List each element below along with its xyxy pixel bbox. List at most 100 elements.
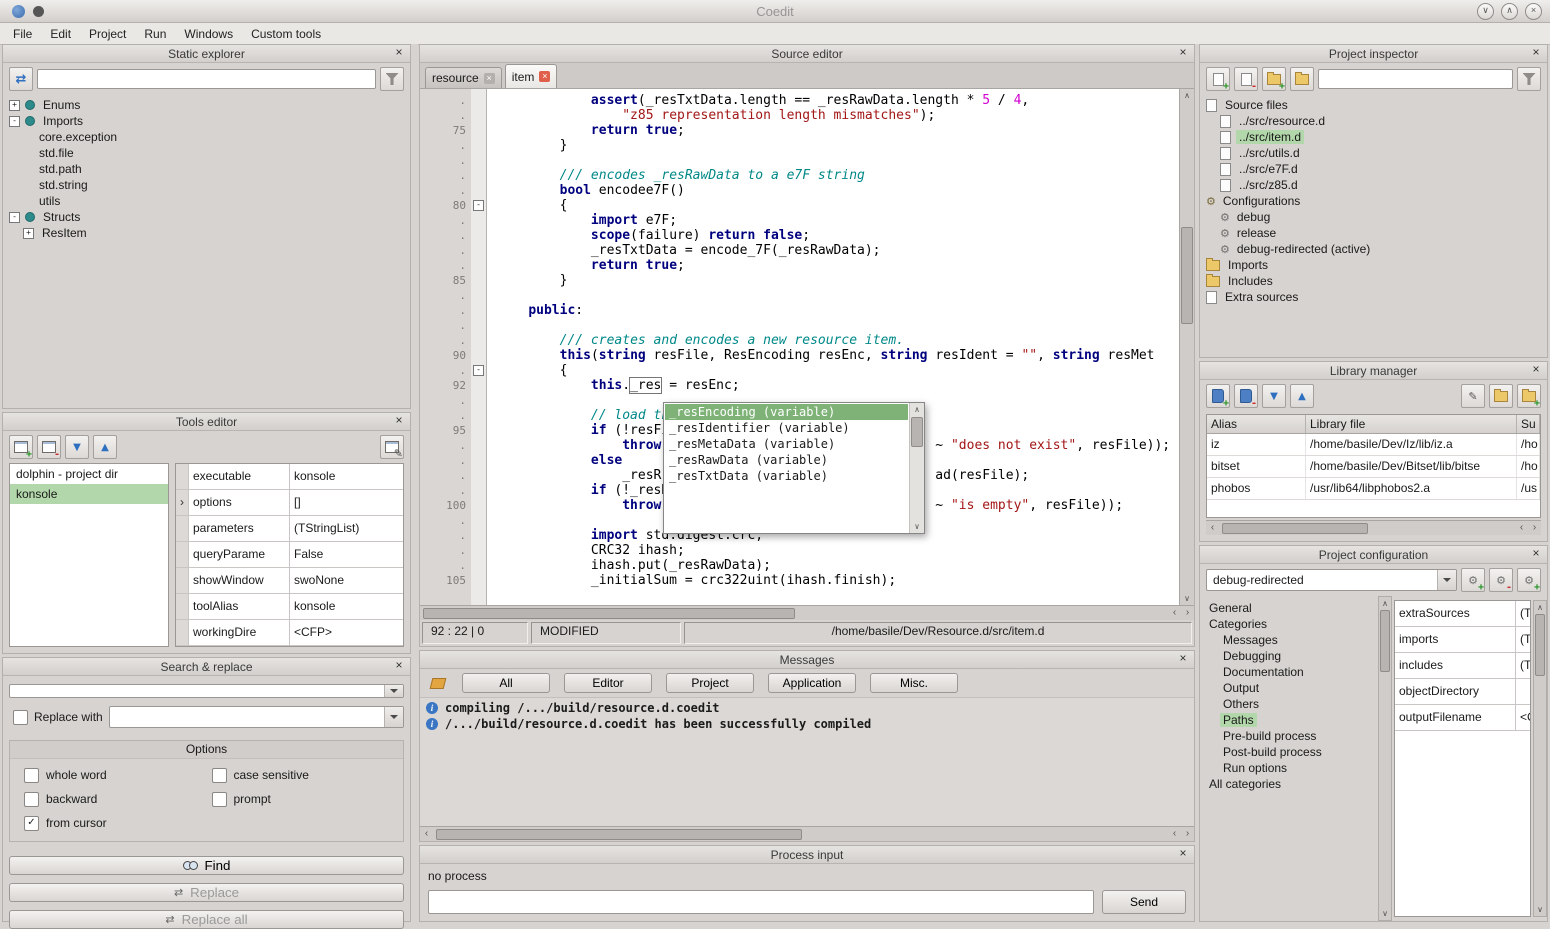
code-line[interactable]: this._res = resEnc; bbox=[497, 378, 1179, 393]
tree-item-includes[interactable]: Includes bbox=[1200, 273, 1547, 289]
column-header-su[interactable]: Su bbox=[1517, 415, 1540, 433]
code-line[interactable]: } bbox=[497, 138, 1179, 153]
code-line[interactable]: assert(_resTxtData.length == _resRawData… bbox=[497, 93, 1179, 108]
tree-item-debug-redirected-active[interactable]: debug-redirected (active) bbox=[1200, 241, 1547, 257]
property-value[interactable]: (T bbox=[1516, 653, 1530, 678]
scroll-right-icon[interactable]: › bbox=[1181, 828, 1194, 840]
replace-term-combo[interactable] bbox=[109, 706, 404, 728]
filter-button[interactable] bbox=[1517, 67, 1541, 91]
tab-close-icon[interactable]: × bbox=[539, 71, 550, 82]
scrollbar-thumb[interactable] bbox=[911, 417, 923, 447]
add-library-folder-button[interactable]: + bbox=[1517, 384, 1541, 408]
fold-collapse-icon[interactable]: - bbox=[473, 365, 484, 376]
property-row[interactable]: imports(T bbox=[1395, 627, 1530, 653]
tree-item-enums[interactable]: +Enums bbox=[3, 97, 410, 113]
column-header-alias[interactable]: Alias bbox=[1207, 415, 1306, 433]
tree-item-paths[interactable]: Paths bbox=[1200, 712, 1378, 728]
tree-item-debug[interactable]: debug bbox=[1200, 209, 1547, 225]
property-row[interactable]: outputFilename<C bbox=[1395, 705, 1530, 731]
tree-item-pre-build-process[interactable]: Pre-build process bbox=[1200, 728, 1378, 744]
property-row[interactable]: ›options[] bbox=[176, 490, 403, 516]
tree-item-src-z85-d[interactable]: ../src/z85.d bbox=[1200, 177, 1547, 193]
library-row[interactable]: bitset/home/basile/Dev/Bitset/lib/bitse/… bbox=[1207, 456, 1540, 478]
expander-icon[interactable]: + bbox=[23, 228, 34, 239]
code-line[interactable]: ihash.put(_resRawData); bbox=[497, 558, 1179, 573]
scrollbar-thumb[interactable] bbox=[1380, 610, 1390, 672]
code-line[interactable]: } bbox=[497, 273, 1179, 288]
filter-editor-button[interactable]: Editor bbox=[564, 673, 652, 693]
scroll-up-icon[interactable]: ∧ bbox=[1537, 601, 1543, 614]
popup-scrollbar[interactable]: ∧ ∨ bbox=[909, 403, 924, 533]
tree-item-post-build-process[interactable]: Post-build process bbox=[1200, 744, 1378, 760]
tab-item[interactable]: item× bbox=[505, 64, 558, 88]
tree-item-debugging[interactable]: Debugging bbox=[1200, 648, 1378, 664]
code-line[interactable]: return true; bbox=[497, 123, 1179, 138]
code-line[interactable]: /// encodes _resRawData to a e7F string bbox=[497, 168, 1179, 183]
tree-item-output[interactable]: Output bbox=[1200, 680, 1378, 696]
app-paw-icon[interactable] bbox=[12, 5, 25, 18]
move-tool-down-button[interactable] bbox=[65, 435, 89, 459]
scroll-right-icon[interactable]: › bbox=[1528, 522, 1541, 534]
replace-with-checkbox[interactable] bbox=[13, 710, 28, 725]
tag-icon[interactable] bbox=[430, 678, 447, 689]
scroll-down-icon[interactable]: ∨ bbox=[1537, 903, 1543, 916]
code-line[interactable]: { bbox=[497, 198, 1179, 213]
clone-configuration-button[interactable]: + bbox=[1517, 568, 1541, 592]
remove-tool-button[interactable]: - bbox=[37, 435, 61, 459]
property-value[interactable]: [] bbox=[290, 490, 403, 515]
checkbox-box[interactable]: ✓ bbox=[24, 816, 39, 831]
property-value[interactable]: konsole bbox=[290, 464, 403, 489]
tree-item-std-string[interactable]: std.string bbox=[3, 177, 410, 193]
scroll-left-icon[interactable]: ‹ bbox=[1515, 522, 1528, 534]
property-row[interactable]: showWindowswoNone bbox=[176, 568, 403, 594]
panel-close-icon[interactable]: × bbox=[1529, 45, 1543, 61]
filter-misc-button[interactable]: Misc. bbox=[870, 673, 958, 693]
code-line[interactable]: CRC32 ihash; bbox=[497, 543, 1179, 558]
tree-item-src-e7f-d[interactable]: ../src/e7F.d bbox=[1200, 161, 1547, 177]
scroll-left-icon[interactable]: ‹ bbox=[1168, 828, 1181, 840]
property-row[interactable]: toolAliaskonsole bbox=[176, 594, 403, 620]
fold-collapse-icon[interactable]: - bbox=[473, 200, 484, 211]
scrollbar-thumb[interactable] bbox=[423, 608, 795, 619]
tree-item-imports[interactable]: -Imports bbox=[3, 113, 410, 129]
tree-item-all-categories[interactable]: All categories bbox=[1200, 776, 1378, 792]
completion-item[interactable]: _resTxtData (variable) bbox=[665, 468, 908, 484]
menu-custom-tools[interactable]: Custom tools bbox=[242, 25, 330, 43]
column-header-library-file[interactable]: Library file bbox=[1306, 415, 1517, 433]
open-folder-button[interactable] bbox=[1290, 67, 1314, 91]
open-library-file-button[interactable] bbox=[1489, 384, 1513, 408]
property-grid-scrollbar[interactable]: ∧ ∨ bbox=[1533, 600, 1547, 917]
tree-item-resitem[interactable]: +ResItem bbox=[3, 225, 410, 241]
tree-item-std-path[interactable]: std.path bbox=[3, 161, 410, 177]
panel-close-icon[interactable]: × bbox=[1176, 651, 1190, 667]
tree-item-source-files[interactable]: Source files bbox=[1200, 97, 1547, 113]
property-row[interactable]: queryParameFalse bbox=[176, 542, 403, 568]
code-line[interactable] bbox=[497, 318, 1179, 333]
filter-project-button[interactable]: Project bbox=[666, 673, 754, 693]
checkbox-backward[interactable]: backward bbox=[24, 787, 212, 811]
panel-close-icon[interactable]: × bbox=[1529, 362, 1543, 378]
remove-library-button[interactable]: - bbox=[1234, 384, 1258, 408]
tab-resource[interactable]: resource× bbox=[425, 67, 502, 88]
add-configuration-button[interactable]: + bbox=[1461, 568, 1485, 592]
panel-close-icon[interactable]: × bbox=[392, 413, 406, 429]
checkbox-box[interactable] bbox=[24, 792, 39, 807]
scrollbar-thumb[interactable] bbox=[1222, 523, 1368, 534]
scroll-left-icon[interactable]: ‹ bbox=[1206, 522, 1219, 534]
panel-close-icon[interactable]: × bbox=[1176, 45, 1190, 61]
code-line[interactable]: /// creates and encodes a new resource i… bbox=[497, 333, 1179, 348]
window-menu-icon[interactable] bbox=[33, 6, 44, 17]
property-row[interactable]: includes(T bbox=[1395, 653, 1530, 679]
expander-icon[interactable]: - bbox=[9, 212, 20, 223]
scrollbar-thumb[interactable] bbox=[1535, 614, 1545, 676]
editor-horizontal-scrollbar[interactable]: ‹ › bbox=[420, 605, 1194, 620]
replace-button[interactable]: Replace bbox=[9, 883, 404, 902]
tree-item-general[interactable]: General bbox=[1200, 600, 1378, 616]
property-row[interactable]: extraSources(T bbox=[1395, 601, 1530, 627]
code-editor[interactable]: ..75....80....85....90.92..95....100....… bbox=[420, 89, 1194, 605]
panel-close-icon[interactable]: × bbox=[1176, 846, 1190, 862]
checkbox-whole-word[interactable]: whole word bbox=[24, 763, 212, 787]
add-source-button[interactable]: + bbox=[1206, 67, 1230, 91]
property-value[interactable]: <CFP> bbox=[290, 620, 403, 645]
tree-item-core-exception[interactable]: core.exception bbox=[3, 129, 410, 145]
